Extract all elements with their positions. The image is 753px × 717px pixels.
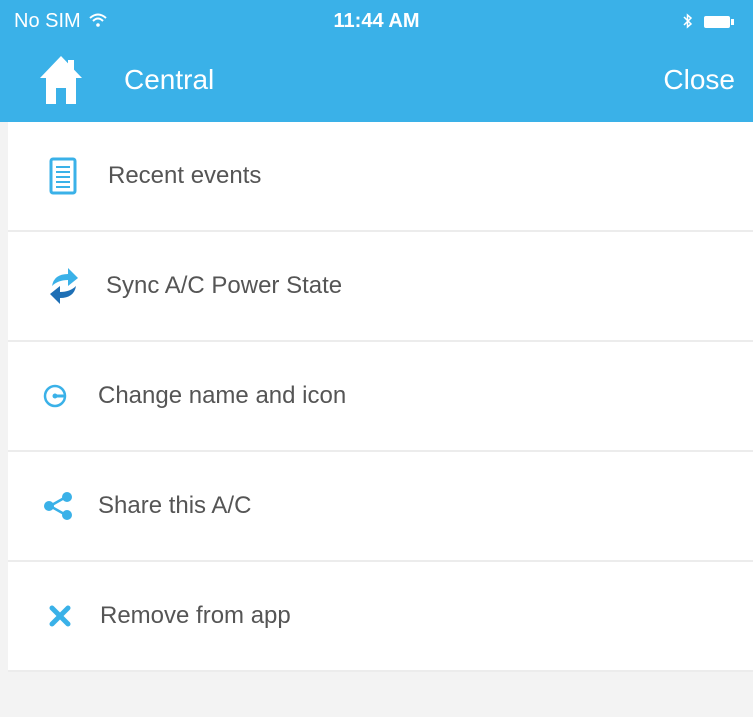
status-time: 11:44 AM xyxy=(333,10,420,32)
menu-item-remove[interactable]: Remove from app xyxy=(8,562,753,672)
menu-item-label: Change name and icon xyxy=(98,382,347,409)
header: Central Close xyxy=(0,44,753,122)
menu-item-label: Share this A/C xyxy=(98,492,252,519)
menu-item-label: Recent events xyxy=(108,162,262,189)
menu-item-share[interactable]: Share this A/C xyxy=(8,452,753,562)
status-bar: No SIM 11:44 AM xyxy=(0,0,753,44)
sync-icon xyxy=(44,266,84,306)
close-x-icon xyxy=(48,604,72,628)
menu-item-label: Sync A/C Power State xyxy=(106,272,343,299)
app-screen: No SIM 11:44 AM Central Close Recent eve… xyxy=(0,0,753,717)
menu-item-recent-events[interactable]: Recent events xyxy=(8,122,753,232)
menu-item-label: Remove from app xyxy=(100,602,291,629)
battery-icon xyxy=(703,12,735,35)
bluetooth-icon xyxy=(683,12,693,35)
close-button[interactable]: Close xyxy=(663,64,735,96)
edit-circle-icon xyxy=(42,383,68,409)
top-bar: No SIM 11:44 AM Central Close xyxy=(0,0,753,122)
menu-item-change-name-icon[interactable]: Change name and icon xyxy=(8,342,753,452)
document-list-icon xyxy=(48,157,78,195)
status-right xyxy=(683,12,735,35)
menu-list: Recent events Sync A/C Power State Chang… xyxy=(8,122,753,672)
page-title: Central xyxy=(124,64,215,95)
share-icon xyxy=(42,490,74,522)
menu-item-sync-power-state[interactable]: Sync A/C Power State xyxy=(8,232,753,342)
home-icon xyxy=(38,54,84,106)
